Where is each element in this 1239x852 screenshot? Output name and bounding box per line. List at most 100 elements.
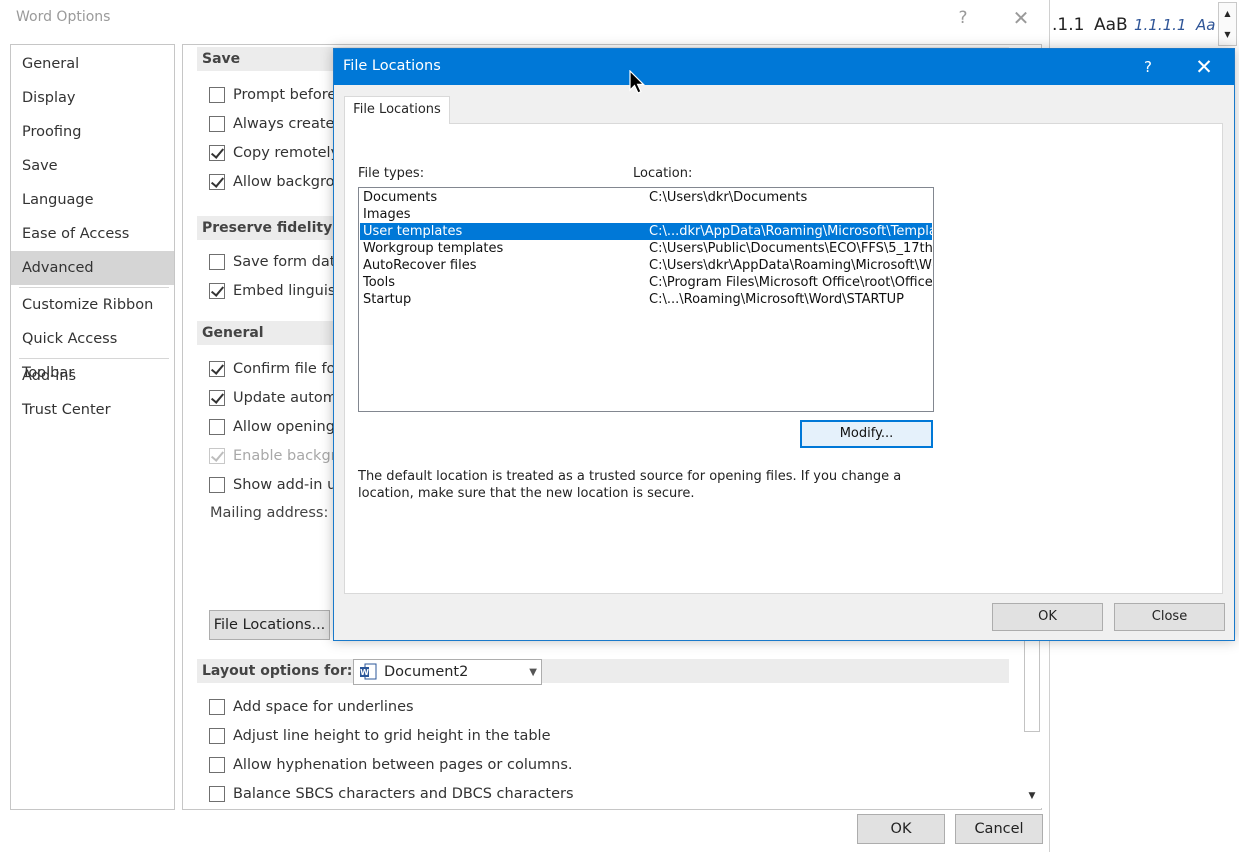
- checkbox[interactable]: [209, 174, 225, 190]
- style-heading-preview[interactable]: .1.1: [1052, 15, 1084, 35]
- option-label: Prompt before: [233, 87, 337, 103]
- file-type: Startup: [363, 292, 412, 307]
- tab-file-locations[interactable]: File Locations: [344, 96, 450, 124]
- list-item[interactable]: Workgroup templates C:\Users\Public\Docum…: [360, 240, 932, 257]
- chevron-down-icon[interactable]: ▼: [529, 661, 537, 685]
- checkbox[interactable]: [209, 786, 225, 802]
- cancel-button[interactable]: Cancel: [955, 814, 1043, 844]
- file-type: Tools: [363, 275, 396, 290]
- style-heading-preview[interactable]: 1.1.1.1: [1134, 16, 1186, 34]
- list-item[interactable]: Documents C:\Users\dkr\Documents: [360, 189, 932, 206]
- file-type: Images: [363, 207, 411, 222]
- checkbox[interactable]: [209, 254, 225, 270]
- trusted-location-note: The default location is treated as a tru…: [358, 469, 902, 501]
- location-label: Location:: [633, 166, 693, 181]
- checkbox[interactable]: [209, 361, 225, 377]
- scrollbar-thumb[interactable]: [1024, 640, 1040, 732]
- word-document-icon: W: [360, 663, 377, 680]
- nav-item-add-ins[interactable]: Add-ins: [11, 359, 174, 393]
- option-label: Allow opening: [233, 419, 335, 435]
- option-label: Add space for underlines: [233, 699, 414, 715]
- file-location: C:\Users\dkr\AppData\Roaming\Microsoft\W…: [649, 258, 932, 273]
- list-item[interactable]: AutoRecover files C:\Users\dkr\AppData\Ro…: [360, 257, 932, 274]
- help-button[interactable]: ?: [948, 4, 978, 32]
- list-item[interactable]: Images: [360, 206, 932, 223]
- file-locations-button[interactable]: File Locations...: [209, 610, 330, 640]
- file-type: Workgroup templates: [363, 241, 504, 256]
- nav-item-proofing[interactable]: Proofing: [11, 115, 174, 149]
- style-subtitle-preview[interactable]: Aa: [1196, 16, 1215, 34]
- file-location: C:\...dkr\AppData\Roaming\Microsoft\Temp…: [649, 224, 932, 239]
- checkbox[interactable]: [209, 757, 225, 773]
- checkbox[interactable]: [209, 87, 225, 103]
- checkbox: [209, 448, 225, 464]
- nav-item-trust-center[interactable]: Trust Center: [11, 393, 174, 427]
- layout-options-label: Layout options for:: [202, 663, 353, 679]
- checkbox[interactable]: [209, 390, 225, 406]
- option-label: Adjust line height to grid height in the…: [233, 728, 551, 744]
- checkbox[interactable]: [209, 477, 225, 493]
- file-locations-list[interactable]: Documents C:\Users\dkr\Documents Images U…: [358, 187, 934, 412]
- checkbox[interactable]: [209, 283, 225, 299]
- option-label: Copy remotely: [233, 145, 340, 161]
- checkbox[interactable]: [209, 116, 225, 132]
- checkbox[interactable]: [209, 699, 225, 715]
- mouse-pointer-icon: [629, 70, 645, 94]
- layout-document-value: Document2: [384, 664, 469, 680]
- option-label: Embed linguisti: [233, 283, 346, 299]
- checkbox[interactable]: [209, 728, 225, 744]
- file-location: C:\Users\Public\Documents\ECO\FFS\5_17th: [649, 241, 932, 256]
- window-title: Word Options: [16, 9, 111, 25]
- option-label: Confirm file for: [233, 361, 342, 377]
- option-label: Balance SBCS characters and DBCS charact…: [233, 786, 574, 802]
- close-dialog-button[interactable]: Close: [1114, 603, 1225, 631]
- nav-item-advanced[interactable]: Advanced: [11, 251, 174, 285]
- layout-document-dropdown[interactable]: W Document2 ▼: [353, 659, 542, 685]
- options-scrollbar[interactable]: ▼: [1022, 640, 1042, 808]
- nav-item-general[interactable]: General: [11, 47, 174, 81]
- style-title-preview[interactable]: AaB: [1094, 15, 1128, 35]
- file-locations-dialog: File Locations ? ✕ File Locations File t…: [333, 48, 1235, 641]
- dialog-title-bar[interactable]: File Locations ? ✕: [334, 49, 1234, 85]
- chevron-down-icon[interactable]: ▼: [1219, 25, 1236, 45]
- modify-button[interactable]: Modify...: [800, 420, 933, 448]
- file-location: C:\Users\dkr\Documents: [649, 190, 808, 205]
- option-label: Enable backgro: [233, 448, 346, 464]
- options-nav: General Display Proofing Save Language E…: [10, 44, 175, 810]
- option-label: Always create b: [233, 116, 349, 132]
- list-item[interactable]: Startup C:\...\Roaming\Microsoft\Word\STA…: [360, 291, 932, 308]
- file-location: C:\Program Files\Microsoft Office\root\O…: [649, 275, 932, 290]
- option-label: Save form data: [233, 254, 345, 270]
- ok-button[interactable]: OK: [992, 603, 1103, 631]
- section-header-layout: Layout options for:: [197, 659, 1009, 683]
- option-label: Allow hyphenation between pages or colum…: [233, 757, 573, 773]
- chevron-up-icon[interactable]: ▲: [1219, 4, 1236, 24]
- file-location: C:\...\Roaming\Microsoft\Word\STARTUP: [649, 292, 904, 307]
- svg-text:W: W: [360, 668, 369, 677]
- help-button[interactable]: ?: [1134, 53, 1162, 81]
- chevron-down-icon[interactable]: ▼: [1024, 788, 1040, 804]
- option-label: Allow backgrou: [233, 174, 344, 190]
- file-type: AutoRecover files: [363, 258, 477, 273]
- nav-item-ease-of-access[interactable]: Ease of Access: [11, 217, 174, 251]
- checkbox[interactable]: [209, 145, 225, 161]
- close-button[interactable]: ✕: [1006, 4, 1036, 32]
- close-button[interactable]: ✕: [1189, 53, 1219, 81]
- nav-item-quick-access-toolbar[interactable]: Quick Access Toolbar: [11, 322, 174, 381]
- file-types-label: File types:: [358, 166, 425, 181]
- list-item[interactable]: Tools C:\Program Files\Microsoft Office\r…: [360, 274, 932, 291]
- dialog-title: File Locations: [343, 58, 441, 74]
- file-type: User templates: [363, 224, 463, 239]
- ok-button[interactable]: OK: [857, 814, 945, 844]
- ribbon-gallery-scroller[interactable]: ▲ ▼: [1218, 2, 1237, 46]
- tab-panel: File types: Location: Documents C:\Users\…: [344, 123, 1223, 594]
- nav-item-display[interactable]: Display: [11, 81, 174, 115]
- checkbox[interactable]: [209, 419, 225, 435]
- nav-item-customize-ribbon[interactable]: Customize Ribbon: [11, 288, 174, 322]
- list-item-selected[interactable]: User templates C:\...dkr\AppData\Roaming\…: [360, 223, 932, 240]
- ribbon-style-gallery[interactable]: .1.1 AaB 1.1.1.1 Aa: [1052, 10, 1222, 40]
- mailing-address-label: Mailing address:: [210, 505, 329, 521]
- nav-item-language[interactable]: Language: [11, 183, 174, 217]
- nav-item-save[interactable]: Save: [11, 149, 174, 183]
- file-type: Documents: [363, 190, 438, 205]
